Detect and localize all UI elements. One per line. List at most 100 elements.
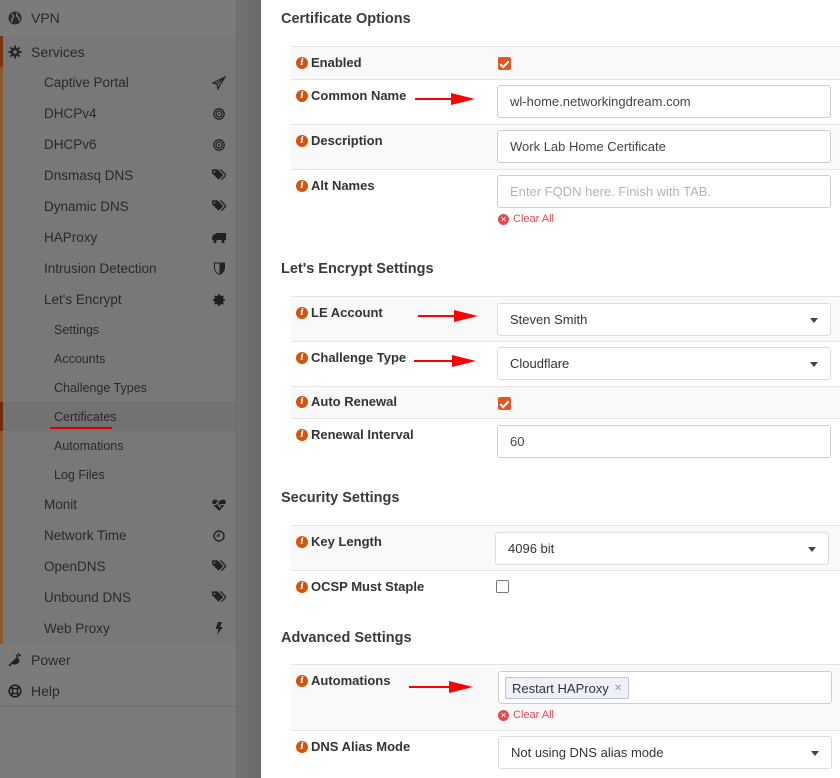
selected-value: Cloudflare (510, 356, 570, 371)
alt-names-input[interactable]: Enter FQDN here. Finish with TAB. (497, 175, 831, 208)
modal-backdrop[interactable] (236, 0, 261, 778)
info-icon[interactable]: i (296, 306, 308, 319)
info-icon[interactable]: i (296, 134, 308, 147)
automations-clear-all-link[interactable]: ✕ Clear All (498, 709, 554, 721)
field-label: Automations (311, 673, 391, 688)
row-le-account: i LE Account Steven Smith (291, 297, 840, 342)
selected-value: 4096 bit (508, 541, 555, 556)
sidebar-item-label: Unbound DNS (44, 590, 132, 605)
bullseye-icon (212, 107, 226, 121)
row-renewal-interval: i Renewal Interval 60 (291, 419, 840, 465)
tags-icon (212, 591, 226, 605)
sidebar-item-label: DHCPv6 (44, 137, 97, 152)
le-account-select[interactable]: Steven Smith (497, 303, 831, 336)
renewal-interval-input[interactable]: 60 (497, 425, 831, 458)
sidebar-item-label: Automations (54, 438, 124, 453)
selected-value: Not using DNS alias mode (511, 745, 664, 760)
selected-value: Steven Smith (510, 312, 588, 327)
sidebar-item-power[interactable]: Power (0, 644, 236, 675)
sidebar-item-le-automations[interactable]: Automations (0, 431, 236, 460)
sidebar-item-label: Captive Portal (44, 75, 129, 90)
remove-tag-icon[interactable]: ✕ (614, 683, 622, 694)
clear-all-label: Clear All (513, 709, 554, 721)
sidebar-item-le-settings[interactable]: Settings (0, 315, 236, 344)
sidebar-item-intrusion-detection[interactable]: Intrusion Detection (0, 253, 236, 284)
sidebar-item-le-accounts[interactable]: Accounts (0, 344, 236, 373)
sidebar-item-network-time[interactable]: Network Time (0, 520, 236, 551)
section-title-le-settings: Let's Encrypt Settings (281, 261, 434, 277)
sidebar-item-le-log-files[interactable]: Log Files (0, 460, 236, 489)
enabled-checkbox[interactable] (498, 57, 511, 70)
tag-label: Restart HAProxy (512, 680, 609, 696)
caret-down-icon (808, 547, 816, 552)
remove-circle-icon: ✕ (498, 213, 509, 225)
services-section: Services Captive Portal DHCPv4 DHCPv6 Dn… (0, 36, 236, 644)
sidebar-item-services[interactable]: Services (0, 36, 236, 67)
auto-renewal-checkbox[interactable] (498, 397, 511, 410)
plug-icon (8, 652, 22, 667)
info-icon[interactable]: i (296, 89, 308, 102)
sidebar-item-web-proxy[interactable]: Web Proxy (0, 613, 236, 644)
key-length-select[interactable]: 4096 bit (495, 532, 829, 565)
info-icon[interactable]: i (296, 179, 308, 192)
globe-icon (8, 11, 22, 25)
annotation-arrow-automations (409, 681, 473, 693)
automations-tag-input[interactable]: Restart HAProxy ✕ (498, 671, 832, 704)
row-common-name: i Common Name wl-home.networkingdream.com (291, 80, 840, 125)
sidebar-item-unbound-dns[interactable]: Unbound DNS (0, 582, 236, 613)
tags-icon (212, 560, 226, 574)
field-label: Challenge Type (311, 350, 407, 365)
info-icon[interactable]: i (296, 428, 308, 441)
info-icon[interactable]: i (296, 674, 308, 687)
field-label: Key Length (311, 534, 382, 549)
annotation-arrow-le-account (418, 310, 478, 322)
sidebar-item-dynamic-dns[interactable]: Dynamic DNS (0, 191, 236, 222)
sidebar-item-opendns[interactable]: OpenDNS (0, 551, 236, 582)
sidebar-item-vpn[interactable]: VPN (0, 0, 236, 36)
field-label: OCSP Must Staple (311, 579, 425, 594)
sidebar-item-label: Intrusion Detection (44, 261, 157, 276)
sidebar-item-label: Help (31, 682, 60, 699)
sidebar-item-dhcpv4[interactable]: DHCPv4 (0, 98, 236, 129)
paper-plane-icon (212, 75, 226, 90)
info-icon[interactable]: i (296, 56, 308, 69)
sidebar-item-haproxy[interactable]: HAProxy (0, 222, 236, 253)
caret-down-icon (810, 318, 818, 323)
clear-all-label: Clear All (513, 213, 554, 225)
sidebar-item-dhcpv6[interactable]: DHCPv6 (0, 129, 236, 160)
challenge-type-select[interactable]: Cloudflare (497, 347, 831, 380)
description-input[interactable]: Work Lab Home Certificate (497, 130, 831, 163)
info-icon[interactable]: i (296, 395, 308, 408)
sidebar-item-help[interactable]: Help (0, 675, 236, 706)
sidebar-item-label: Log Files (54, 467, 105, 482)
dns-alias-mode-select[interactable]: Not using DNS alias mode (498, 736, 832, 769)
sidebar-item-lets-encrypt[interactable]: Let's Encrypt (0, 284, 236, 315)
caret-down-icon (811, 751, 819, 756)
sidebar-item-captive-portal[interactable]: Captive Portal (0, 67, 236, 98)
automation-tag: Restart HAProxy ✕ (505, 677, 630, 699)
sidebar-item-label: Monit (44, 497, 78, 512)
bolt-icon (212, 622, 226, 636)
alt-names-clear-all-link[interactable]: ✕ Clear All (498, 213, 554, 225)
sidebar-item-label: Settings (54, 322, 100, 337)
sidebar-item-dnsmasq-dns[interactable]: Dnsmasq DNS (0, 160, 236, 191)
sidebar-item-monit[interactable]: Monit (0, 489, 236, 520)
caret-down-icon (810, 362, 818, 367)
certificate-edit-dialog: Certificate Options i Enabled i Common Nam… (261, 0, 840, 778)
sidebar-item-label: Services (31, 43, 85, 60)
ocsp-must-staple-checkbox[interactable] (496, 580, 509, 593)
sidebar-item-label: Network Time (44, 528, 127, 543)
sidebar-item-label: OpenDNS (44, 559, 106, 574)
info-icon[interactable]: i (296, 351, 308, 364)
info-icon[interactable]: i (296, 580, 308, 593)
row-automations: i Automations Restart HAProxy ✕ ✕ Clear All (291, 665, 840, 731)
sidebar-item-le-certificates[interactable]: Certificates (0, 402, 236, 431)
field-label: Alt Names (311, 178, 375, 193)
common-name-input[interactable]: wl-home.networkingdream.com (497, 85, 831, 118)
field-label: Auto Renewal (311, 394, 397, 409)
info-icon[interactable]: i (296, 535, 308, 548)
info-icon[interactable]: i (296, 740, 308, 753)
sidebar-item-le-challenge-types[interactable]: Challenge Types (0, 373, 236, 402)
truck-icon (212, 231, 226, 245)
sidebar-item-label: Let's Encrypt (44, 292, 122, 307)
